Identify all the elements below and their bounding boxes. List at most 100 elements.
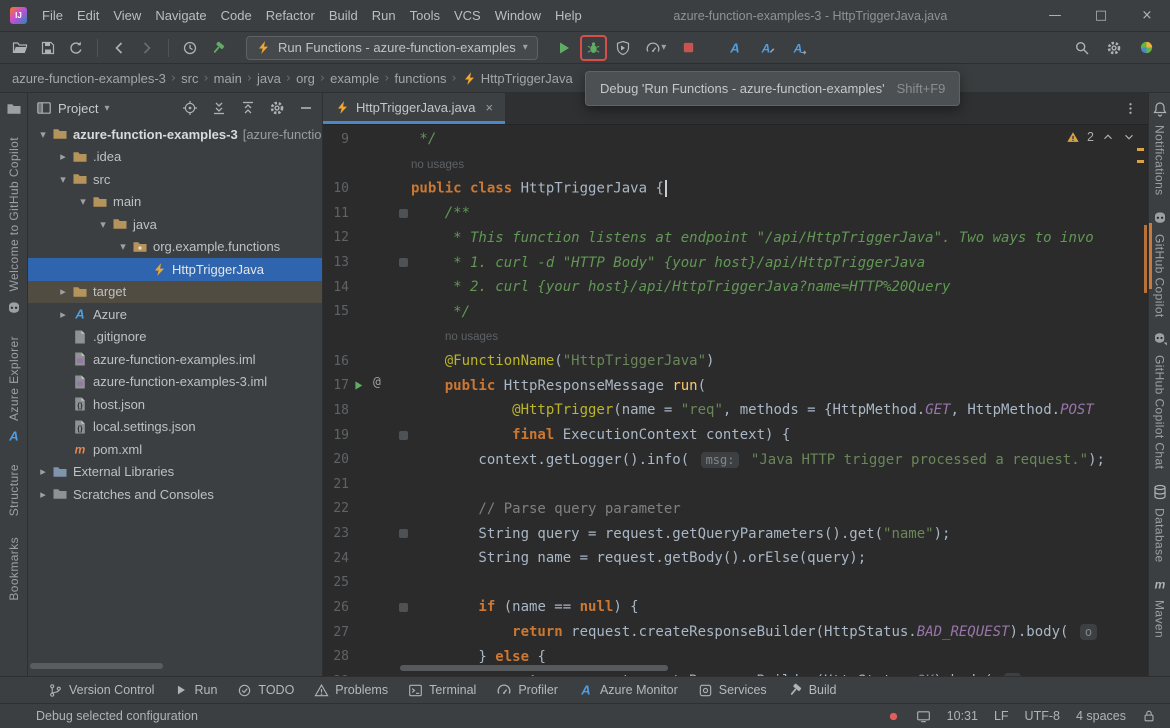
code-vision-line[interactable]: no usages bbox=[323, 324, 1148, 349]
profiler-button[interactable]: ▾ bbox=[639, 36, 673, 60]
collapse-all-button[interactable] bbox=[240, 100, 256, 116]
line-number[interactable]: 25 bbox=[323, 575, 349, 590]
azure-tool-button-1[interactable]: A bbox=[723, 36, 747, 60]
code-line[interactable]: 10 public class HttpTriggerJava { bbox=[323, 176, 1148, 201]
save-button[interactable] bbox=[36, 36, 60, 60]
line-number[interactable]: 17 bbox=[323, 378, 349, 393]
stripe-item-welcome-to-github-copilot[interactable]: Welcome to GitHub Copilot bbox=[6, 137, 22, 316]
breadcrumb-httptriggerjava[interactable]: HttpTriggerJava bbox=[462, 71, 573, 86]
gutter[interactable]: @ bbox=[349, 373, 411, 398]
gutter[interactable] bbox=[349, 250, 411, 275]
code-line[interactable]: 13 * 1. curl -d "HTTP Body" {your host}/… bbox=[323, 250, 1148, 275]
line-number[interactable]: 23 bbox=[323, 526, 349, 541]
warning-stripe-mark[interactable] bbox=[1137, 148, 1144, 151]
toolwindow-version-control[interactable]: Version Control bbox=[38, 677, 164, 703]
indent-setting[interactable]: 4 spaces bbox=[1076, 709, 1126, 723]
gutter[interactable] bbox=[349, 176, 411, 201]
fold-marker-icon[interactable] bbox=[399, 208, 408, 218]
run-configuration-select[interactable]: Run Functions - azure-function-examples … bbox=[246, 35, 538, 60]
settings-button[interactable] bbox=[1102, 36, 1126, 60]
toolwindow-build[interactable]: Build bbox=[777, 677, 847, 703]
line-number[interactable]: 10 bbox=[323, 181, 349, 196]
chevron-down-icon[interactable]: ▾ bbox=[94, 218, 112, 231]
menu-refactor[interactable]: Refactor bbox=[259, 0, 322, 32]
breadcrumb-functions[interactable]: functions bbox=[394, 71, 446, 86]
tree-item-httptriggerjava[interactable]: HttpTriggerJava bbox=[28, 258, 322, 281]
coverage-button[interactable] bbox=[611, 36, 635, 60]
menu-help[interactable]: Help bbox=[548, 0, 589, 32]
line-number[interactable]: 13 bbox=[323, 255, 349, 270]
horizontal-scrollbar[interactable] bbox=[30, 663, 163, 669]
menu-view[interactable]: View bbox=[106, 0, 148, 32]
gutter[interactable] bbox=[349, 447, 411, 472]
menu-tools[interactable]: Tools bbox=[403, 0, 447, 32]
toolwindow-run[interactable]: Run bbox=[164, 677, 227, 703]
stripe-item-azure-explorer[interactable]: Azure Explorer A bbox=[6, 336, 22, 445]
line-number[interactable]: 21 bbox=[323, 477, 349, 492]
maximize-button[interactable]: □ bbox=[1078, 0, 1124, 32]
gutter[interactable] bbox=[349, 472, 411, 497]
code-line[interactable]: 24 String name = request.getBody().orEls… bbox=[323, 546, 1148, 571]
line-number[interactable]: 16 bbox=[323, 354, 349, 369]
stripe-item[interactable] bbox=[6, 101, 22, 117]
run-gutter-icon[interactable] bbox=[353, 379, 364, 395]
menu-edit[interactable]: Edit bbox=[70, 0, 106, 32]
gutter[interactable] bbox=[349, 201, 411, 226]
chevron-right-icon[interactable]: ▸ bbox=[34, 465, 52, 478]
project-title[interactable]: Project bbox=[58, 101, 98, 116]
next-problem-button[interactable] bbox=[1122, 130, 1136, 144]
code-vision-line[interactable]: no usages bbox=[323, 152, 1148, 177]
search-everywhere-button[interactable] bbox=[1070, 36, 1094, 60]
menu-file[interactable]: File bbox=[35, 0, 70, 32]
caret-position[interactable]: 10:31 bbox=[947, 709, 978, 723]
breadcrumb-azure-function-examples-3[interactable]: azure-function-examples-3 bbox=[12, 71, 166, 86]
code-line[interactable]: 23 String query = request.getQueryParame… bbox=[323, 521, 1148, 546]
tree-item--gitignore[interactable]: .gitignore bbox=[28, 326, 322, 349]
code-line[interactable]: 9 */ bbox=[323, 127, 1148, 152]
menu-window[interactable]: Window bbox=[488, 0, 548, 32]
inspections-widget[interactable]: 2 bbox=[1066, 130, 1136, 144]
sync-button[interactable] bbox=[64, 36, 88, 60]
line-number[interactable]: 11 bbox=[323, 206, 349, 221]
file-encoding[interactable]: UTF-8 bbox=[1025, 709, 1060, 723]
tree-item-local-settings-json[interactable]: {} local.settings.json bbox=[28, 416, 322, 439]
stripe-item-github-copilot[interactable]: GitHub Copilot bbox=[1152, 210, 1168, 317]
tree-item-java[interactable]: ▾ java bbox=[28, 213, 322, 236]
line-number[interactable]: 28 bbox=[323, 649, 349, 664]
line-number[interactable]: 12 bbox=[323, 230, 349, 245]
tree-item-azure-function-examples-3[interactable]: ▾ azure-function-examples-3 [azure-functio bbox=[28, 123, 322, 146]
azure-tool-button-3[interactable]: A bbox=[787, 36, 811, 60]
tree-item-azure-function-examples-iml[interactable]: azure-function-examples.iml bbox=[28, 348, 322, 371]
code-line[interactable]: 20 context.getLogger().info( msg: "Java … bbox=[323, 447, 1148, 472]
tree-item-org-example-functions[interactable]: ▾ org.example.functions bbox=[28, 236, 322, 259]
stripe-item-structure[interactable]: Structure bbox=[7, 464, 21, 516]
chevron-right-icon[interactable]: ▸ bbox=[34, 488, 52, 501]
code-line[interactable]: 25 bbox=[323, 571, 1148, 596]
stop-button[interactable] bbox=[677, 36, 701, 60]
line-number[interactable]: 24 bbox=[323, 551, 349, 566]
expand-all-button[interactable] bbox=[211, 100, 227, 116]
stripe-item-database[interactable]: Database bbox=[1152, 484, 1168, 562]
line-number[interactable]: 19 bbox=[323, 428, 349, 443]
breadcrumb-org[interactable]: org bbox=[296, 71, 315, 86]
gutter[interactable] bbox=[349, 546, 411, 571]
code-line[interactable]: 16 @FunctionName("HttpTriggerJava") bbox=[323, 349, 1148, 374]
menu-build[interactable]: Build bbox=[322, 0, 365, 32]
code-line[interactable]: 11 /** bbox=[323, 201, 1148, 226]
toolwindow-profiler[interactable]: Profiler bbox=[486, 677, 568, 703]
tree-item-scratches-and-consoles[interactable]: ▸ Scratches and Consoles bbox=[28, 483, 322, 506]
code-line[interactable]: 14 * 2. curl {your host}/api/HttpTrigger… bbox=[323, 275, 1148, 300]
tree-item-main[interactable]: ▾ main bbox=[28, 191, 322, 214]
line-number[interactable]: 27 bbox=[323, 625, 349, 640]
code-line[interactable]: 19 final ExecutionContext context) { bbox=[323, 423, 1148, 448]
code-editor[interactable]: 9 */no usages 10 public class HttpTriggerJ… bbox=[323, 125, 1148, 676]
back-button[interactable] bbox=[107, 36, 131, 60]
line-number[interactable]: 18 bbox=[323, 403, 349, 418]
code-line[interactable]: 27 return request.createResponseBuilder(… bbox=[323, 620, 1148, 645]
gutter[interactable] bbox=[349, 398, 411, 423]
code-line[interactable]: 22 // Parse query parameter bbox=[323, 497, 1148, 522]
code-line[interactable]: 17 @ public HttpResponseMessage run( bbox=[323, 373, 1148, 398]
stripe-item-maven[interactable]: m Maven bbox=[1152, 576, 1168, 639]
gutter[interactable] bbox=[349, 497, 411, 522]
tree-item-pom-xml[interactable]: m pom.xml bbox=[28, 438, 322, 461]
